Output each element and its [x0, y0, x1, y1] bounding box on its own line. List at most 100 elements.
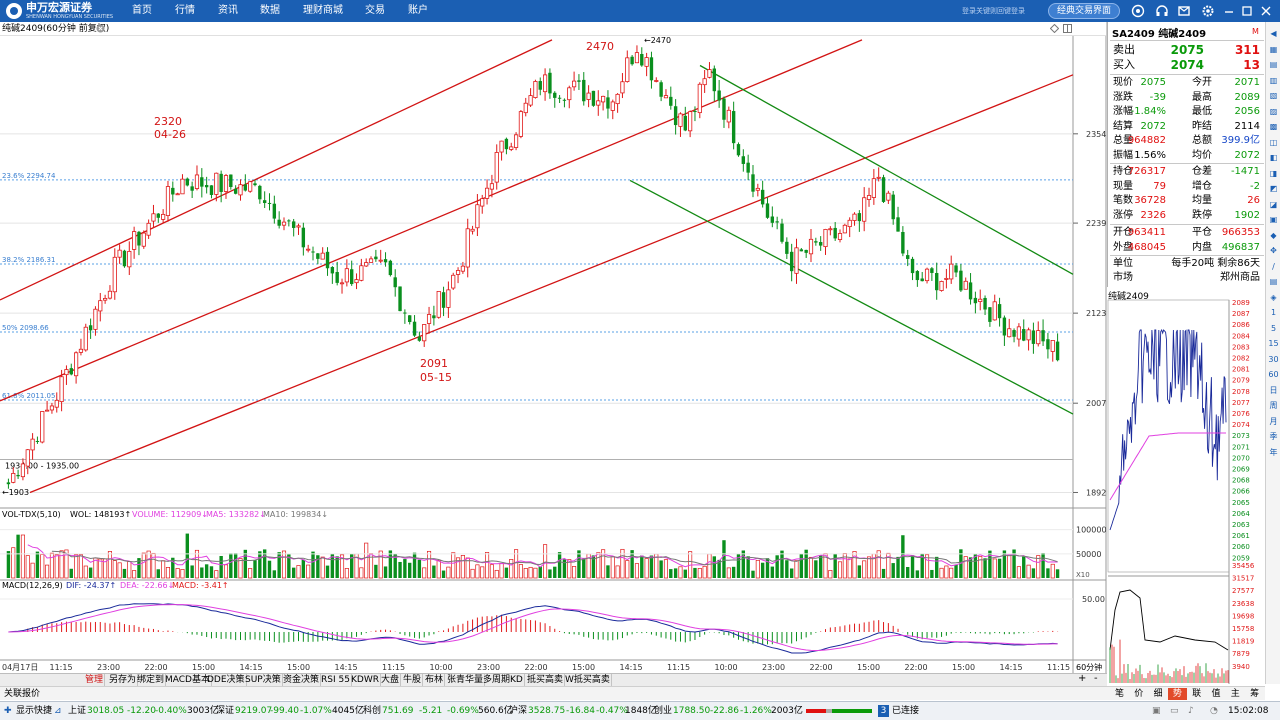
toolbar-tool-icon[interactable]: ◩: [1268, 183, 1279, 194]
toolbar-tool-icon[interactable]: ▣: [1268, 214, 1279, 225]
index-cy-label[interactable]: 创业: [654, 702, 672, 720]
quote-l2: 均价: [1192, 149, 1212, 161]
toolbar-tool-icon[interactable]: 15: [1268, 338, 1279, 349]
chart-title: 纯碱2409(60分钟 前复权): [2, 24, 110, 34]
indicator-tab[interactable]: 管理: [84, 674, 106, 686]
detail-tab[interactable]: 价: [1129, 688, 1148, 700]
quote-l2: 总额: [1192, 135, 1212, 146]
quote-v1: 1.56%: [1134, 149, 1166, 161]
indicator-tab[interactable]: W抵买高卖: [564, 674, 612, 686]
toolbar-tool-icon[interactable]: ▧: [1268, 90, 1279, 101]
mini-price-tick: 2079: [1232, 377, 1250, 385]
toolbar-tool-icon[interactable]: 60: [1268, 369, 1279, 380]
indicator-tab[interactable]: 抵买高卖: [526, 674, 566, 686]
quote-v1: 963411: [1127, 227, 1166, 238]
indicator-tab[interactable]: DDE决策: [206, 674, 247, 686]
index-sz-label[interactable]: 深证: [216, 702, 234, 720]
remove-indicator-button[interactable]: -: [1094, 673, 1098, 685]
toolbar-tool-icon[interactable]: ▩: [1268, 121, 1279, 132]
indicator-tab[interactable]: 布林: [424, 674, 446, 686]
detail-tab[interactable]: 值: [1207, 688, 1226, 700]
skin-icon[interactable]: [1131, 4, 1145, 18]
quick-toggle-label[interactable]: 显示快捷: [16, 702, 52, 720]
bell-icon[interactable]: ◔: [1210, 702, 1218, 720]
toolbar-tool-icon[interactable]: ▤: [1268, 276, 1279, 287]
index-sh-value: 3018.05: [87, 706, 125, 716]
detail-tab[interactable]: 笔: [1110, 688, 1129, 700]
sound-icon[interactable]: ♪: [1188, 702, 1194, 720]
nav-data[interactable]: 数据: [260, 4, 280, 18]
toolbar-tool-icon[interactable]: ∕: [1268, 261, 1279, 272]
nav-trade[interactable]: 交易: [365, 4, 385, 18]
detail-tab[interactable]: 主: [1226, 688, 1245, 700]
close-chart-icon[interactable]: [96, 24, 105, 33]
toolbar-tool-icon[interactable]: 月: [1268, 416, 1279, 427]
indicator-tab[interactable]: 资金决策: [282, 674, 322, 686]
layout-icon[interactable]: [1063, 24, 1072, 33]
toolbar-tool-icon[interactable]: ▤: [1268, 59, 1279, 70]
indicator-tab[interactable]: MACD基本: [164, 674, 212, 686]
toolbar-tool-icon[interactable]: ✥: [1268, 245, 1279, 256]
indicator-tab[interactable]: KDWR: [350, 674, 381, 686]
buy-row[interactable]: 买入 2074 13: [1108, 58, 1266, 72]
toolbar-tool-icon[interactable]: 周: [1268, 400, 1279, 411]
headset-icon[interactable]: [1155, 4, 1169, 18]
gear-icon[interactable]: [1201, 4, 1215, 18]
volume-legend-item: MA5: 133282↓: [206, 510, 266, 519]
time-axis-label: 15:00: [287, 663, 310, 672]
screen-icon[interactable]: ▭: [1170, 702, 1179, 720]
indicator-tab[interactable]: 另存为: [108, 674, 139, 686]
nav-quotes[interactable]: 行情: [175, 4, 195, 18]
indicator-tab[interactable]: 张青华量: [446, 674, 486, 686]
indicator-tab[interactable]: 多周期KD: [482, 674, 525, 686]
toolbar-tool-icon[interactable]: ◫: [1268, 137, 1279, 148]
message-icon[interactable]: [1177, 4, 1191, 18]
add-indicator-button[interactable]: +: [1078, 673, 1086, 685]
toolbar-tool-icon[interactable]: ◀: [1268, 28, 1279, 39]
indicator-tab[interactable]: 牛股: [402, 674, 424, 686]
volume-bar: [577, 550, 581, 578]
candle-body: [1012, 330, 1016, 337]
indicator-tab[interactable]: RSI 55: [320, 674, 352, 686]
indicator-tab[interactable]: 绑定到: [136, 674, 167, 686]
lock-icon[interactable]: ▣: [1152, 702, 1161, 720]
sell-row[interactable]: 卖出 2075 311: [1108, 43, 1266, 57]
nav-wealth-mall[interactable]: 理财商城: [303, 4, 343, 18]
toolbar-tool-icon[interactable]: ▦: [1268, 44, 1279, 55]
toolbar-tool-icon[interactable]: 年: [1268, 447, 1279, 458]
index-kc-label[interactable]: 科创: [363, 702, 381, 720]
minimize-icon[interactable]: [1222, 4, 1236, 18]
indicator-tab[interactable]: 大盘: [380, 674, 402, 686]
connection-status[interactable]: 已连接: [892, 702, 919, 720]
toolbar-tool-icon[interactable]: 30: [1268, 354, 1279, 365]
indicator-tab[interactable]: SUP决策: [244, 674, 283, 686]
toolbar-tool-icon[interactable]: 1: [1268, 307, 1279, 318]
nav-news[interactable]: 资讯: [218, 4, 238, 18]
toolbar-tool-icon[interactable]: ▨: [1268, 106, 1279, 117]
close-icon[interactable]: [1259, 4, 1273, 18]
toolbar-tool-icon[interactable]: 5: [1268, 323, 1279, 334]
toolbar-tool-icon[interactable]: ▥: [1268, 75, 1279, 86]
classic-trade-button[interactable]: 经典交易界面: [1048, 3, 1120, 19]
nav-account[interactable]: 账户: [408, 4, 428, 18]
toolbar-tool-icon[interactable]: ◪: [1268, 199, 1279, 210]
related-quote-button[interactable]: 关联报价: [4, 688, 40, 700]
toolbar-tool-icon[interactable]: ◨: [1268, 168, 1279, 179]
candle-body: [494, 152, 499, 183]
maximize-icon[interactable]: [1240, 4, 1254, 18]
toolbar-tool-icon[interactable]: ◧: [1268, 152, 1279, 163]
detail-tab[interactable]: 筹: [1245, 688, 1264, 700]
detail-tab[interactable]: 联: [1187, 688, 1206, 700]
index-hs-label[interactable]: 沪深: [509, 702, 527, 720]
detail-tab[interactable]: 细: [1149, 688, 1168, 700]
toolbar-tool-icon[interactable]: ◆: [1268, 230, 1279, 241]
volume-bar: [83, 565, 88, 579]
index-sh-label[interactable]: 上证: [68, 702, 86, 720]
diamond-icon[interactable]: [1050, 24, 1059, 33]
toolbar-tool-icon[interactable]: 季: [1268, 431, 1279, 442]
toolbar-tool-icon[interactable]: ◈: [1268, 292, 1279, 303]
toolbar-tool-icon[interactable]: 日: [1268, 385, 1279, 396]
quick-toggle-icon[interactable]: ✚: [4, 702, 12, 720]
nav-home[interactable]: 首页: [132, 4, 152, 18]
detail-tab[interactable]: 势: [1167, 688, 1187, 700]
